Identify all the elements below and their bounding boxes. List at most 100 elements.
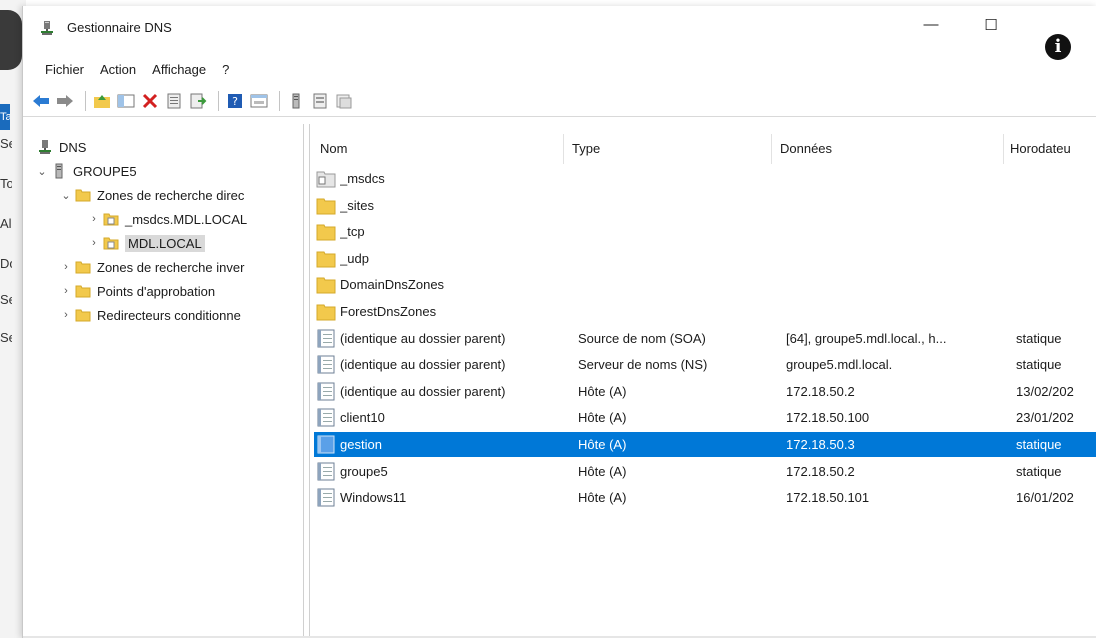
records-icon[interactable] [334,91,354,111]
cell-name: Windows11 [340,490,407,506]
help-icon[interactable]: ? [225,91,245,111]
table-row[interactable]: (identique au dossier parent) Hôte (A) 172… [314,379,1096,404]
menu-action[interactable]: Action [92,60,144,82]
column-header-data[interactable]: Données [774,134,1004,164]
tree-item-trust-points[interactable]: › Points d'approbation [59,280,215,302]
background-text: Do [0,256,12,271]
menu-help[interactable]: ? [214,60,237,82]
chevron-down-icon[interactable]: ⌄ [35,165,49,178]
cell-type: Hôte (A) [578,410,627,426]
cell-name: client10 [340,410,385,426]
maximize-button[interactable]: ☐ [971,16,1011,42]
tree-item-server[interactable]: ⌄ GROUPE5 [35,160,137,182]
cell-timestamp [1016,166,1096,191]
table-row[interactable]: _udp [314,246,1096,271]
background-text: Se [0,292,12,307]
cell-timestamp: 13/02/202 [1016,383,1074,399]
chevron-right-icon[interactable]: › [59,285,73,297]
folder-icon [316,249,336,268]
cell-data [786,272,1010,297]
cell-timestamp: 16/01/202 [1016,490,1074,506]
cell-type [578,299,778,324]
cell-name: _udp [340,250,369,266]
console-icon[interactable] [249,91,269,111]
tree-item-dns[interactable]: DNS [37,136,86,158]
column-header-name[interactable]: Nom [314,134,564,164]
cell-type [578,219,778,244]
up-folder-icon[interactable] [92,91,112,111]
cell-name: ForestDnsZones [340,304,437,319]
menu-fichier[interactable]: Fichier [37,60,92,82]
cell-data: 172.18.50.2 [786,383,855,399]
chevron-right-icon[interactable]: › [87,237,101,249]
records-list-pane[interactable]: Nom Type Données Horodateu _msdcs _sites _… [309,124,1096,638]
table-row[interactable]: Windows11 Hôte (A) 172.18.50.101 16/01/202 [314,485,1096,510]
properties-icon[interactable] [164,91,184,111]
table-row[interactable]: ForestDnsZones [314,299,1096,324]
chevron-down-icon[interactable]: ⌄ [59,189,73,202]
table-row[interactable]: gestion Hôte (A) 172.18.50.3 statique [314,432,1096,457]
minimize-button[interactable]: — [911,16,951,42]
delegated-folder-icon [316,169,336,188]
tree-label: GROUPE5 [73,163,137,179]
record-icon [316,329,336,348]
folder-icon [316,196,336,215]
cell-type: Hôte (A) [578,383,627,399]
cell-timestamp [1016,246,1096,271]
cell-timestamp [1016,272,1096,297]
folder-icon [75,309,91,322]
table-row[interactable]: client10 Hôte (A) 172.18.50.100 23/01/202 [314,405,1096,430]
background-text: Se [0,136,12,151]
record-icon [316,408,336,427]
record-icon [316,355,336,374]
cell-data [786,219,1010,244]
delete-icon[interactable] [140,91,160,111]
tree-item-zone-mdl-local[interactable]: › MDL.LOCAL [87,232,205,254]
table-row[interactable]: _tcp [314,219,1096,244]
back-arrow-icon[interactable] [31,91,51,111]
table-row[interactable]: _msdcs [314,166,1096,191]
cell-type [578,272,778,297]
cell-type [578,246,778,271]
column-header-type[interactable]: Type [566,134,772,164]
chevron-right-icon[interactable]: › [59,309,73,321]
table-row[interactable]: DomainDnsZones [314,272,1096,297]
export-list-icon[interactable] [188,91,208,111]
column-header-timestamp[interactable]: Horodateu [1004,134,1096,164]
cell-name: (identique au dossier parent) [340,357,506,373]
chevron-right-icon[interactable]: › [59,261,73,273]
record-icon [316,462,336,481]
tree-item-forward-zones[interactable]: ⌄ Zones de recherche direc [59,184,244,206]
tree-item-reverse-zones[interactable]: › Zones de recherche inver [59,256,244,278]
record-icon [316,435,336,454]
list-icon[interactable] [310,91,330,111]
tree-label: MDL.LOCAL [125,234,205,252]
tree-item-conditional-forwarders[interactable]: › Redirecteurs conditionne [59,304,241,326]
info-icon[interactable]: i [1045,34,1071,60]
toolbar-separator [85,91,86,111]
show-hide-tree-icon[interactable] [116,91,136,111]
table-row[interactable]: (identique au dossier parent) Serveur de … [314,352,1096,377]
table-row[interactable]: groupe5 Hôte (A) 172.18.50.2 statique [314,459,1096,484]
cell-type: Hôte (A) [578,463,627,479]
chevron-right-icon[interactable]: › [87,213,101,225]
forward-arrow-icon[interactable] [55,91,75,111]
server-icon[interactable] [286,91,306,111]
cell-type [578,193,778,218]
cell-data [786,246,1010,271]
folder-icon [316,302,336,321]
cell-data [786,193,1010,218]
cell-name: _sites [340,197,374,213]
cell-timestamp [1016,299,1096,324]
table-row[interactable]: (identique au dossier parent) Source de n… [314,326,1096,351]
menu-affichage[interactable]: Affichage [144,60,214,82]
cell-data: groupe5.mdl.local. [786,357,893,373]
cell-name: groupe5 [340,463,388,479]
tree-pane[interactable]: DNS ⌄ GROUPE5 ⌄ Zones de recherche direc… [23,124,304,638]
dns-manager-window: Gestionnaire DNS — ☐ i Fichier Action Af… [22,6,1096,638]
table-row[interactable]: _sites [314,193,1096,218]
title-bar[interactable]: Gestionnaire DNS — ☐ i [23,6,1096,60]
tree-item-zone-msdcs[interactable]: › _msdcs.MDL.LOCAL [87,208,247,230]
zone-icon [103,213,119,226]
record-icon [316,488,336,507]
